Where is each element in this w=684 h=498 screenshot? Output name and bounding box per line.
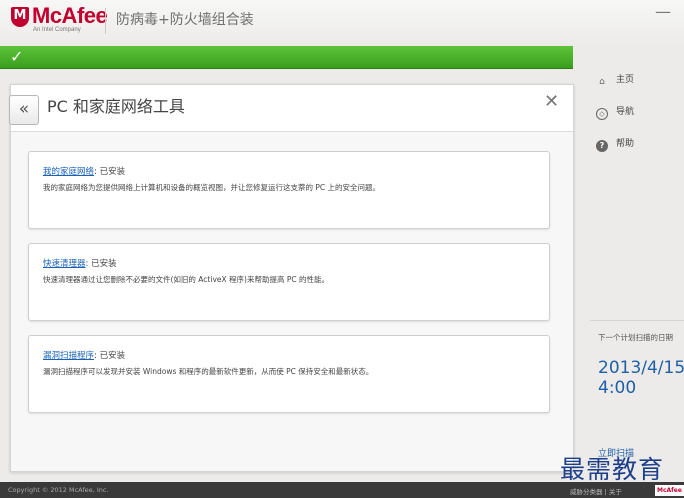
- close-button[interactable]: ✕: [544, 91, 559, 112]
- watermark-text: 最需教育: [560, 455, 665, 484]
- tool-link-vulnerability-scanner[interactable]: 漏洞扫描程序: [43, 351, 94, 361]
- install-status: : 已安装: [94, 351, 126, 361]
- nav-help[interactable]: ? 帮助: [596, 136, 634, 152]
- footer-links[interactable]: 威胁分类器 | 关于: [570, 486, 622, 496]
- mcafee-shield-icon: M: [11, 7, 29, 27]
- tool-link-quickclean[interactable]: 快速清理器: [43, 259, 86, 269]
- nav-help-label: 帮助: [616, 139, 635, 149]
- install-status: : 已安装: [85, 259, 117, 269]
- back-button[interactable]: «: [9, 95, 39, 125]
- nav-home[interactable]: ⌂ 主页: [596, 72, 634, 88]
- panel-title: PC 和家庭网络工具: [47, 97, 185, 116]
- tool-link-home-network[interactable]: 我的家庭网络: [43, 167, 94, 177]
- install-status: : 已安装: [94, 167, 126, 177]
- nav-home-label: 主页: [616, 75, 635, 85]
- tool-card-home-network: 我的家庭网络: 已安装 我的家庭网络为您提供网络上计算机和设备的概览视图，并让您…: [28, 151, 550, 229]
- tool-description: 我的家庭网络为您提供网络上计算机和设备的概览视图，并让您修复运行这支萘的 PC …: [43, 183, 381, 192]
- mcafee-badge: McAfee: [655, 485, 684, 496]
- copyright-text: Copyright © 2012 McAfee, Inc.: [8, 486, 109, 494]
- brand-subtitle: An Intel Company: [33, 27, 81, 33]
- brand-logo: McAfee: [32, 3, 108, 28]
- product-name: 防病毒+防火墙组合装: [116, 12, 254, 28]
- tools-panel: « PC 和家庭网络工具 ✕ 我的家庭网络: 已安装 我的家庭网络为您提供网络上…: [9, 84, 574, 472]
- tool-description: 快速清理器通过让您删除不必要的文件(如旧的 ActiveX 程序)来帮助提高 P…: [43, 275, 329, 284]
- card-title-line: 快速清理器: 已安装: [43, 257, 117, 269]
- nav-navigation-label: 导航: [616, 107, 635, 117]
- next-scan-date: 2013/4/15: [598, 358, 684, 378]
- card-title-line: 漏洞扫描程序: 已安装: [43, 349, 125, 361]
- tool-card-vulnerability-scanner: 漏洞扫描程序: 已安装 漏洞扫描程序可以发现并安装 Windows 和程序的最新…: [28, 335, 550, 413]
- home-icon: ⌂: [599, 77, 605, 87]
- title-bar: M McAfee An Intel Company 防病毒+防火墙组合装 —: [0, 0, 684, 46]
- nav-navigation[interactable]: ◇ 导航: [596, 104, 634, 120]
- tool-card-quickclean: 快速清理器: 已安装 快速清理器通过让您删除不必要的文件(如旧的 ActiveX…: [28, 243, 550, 321]
- help-icon: ?: [596, 140, 608, 152]
- next-scan-label: 下一个计划扫描的日期: [598, 333, 673, 342]
- next-scan-time: 4:00: [598, 378, 637, 398]
- status-bar: [0, 46, 573, 69]
- minimize-button[interactable]: —: [655, 2, 671, 21]
- panel-header: « PC 和家庭网络工具 ✕: [9, 85, 573, 132]
- card-title-line: 我的家庭网络: 已安装: [43, 165, 125, 177]
- title-separator: [105, 8, 106, 34]
- tool-description: 漏洞扫描程序可以发现并安装 Windows 和程序的最新软件更新，从而使 PC …: [43, 367, 374, 376]
- schedule-divider: [590, 320, 684, 321]
- checkmark-icon: ✓: [10, 47, 24, 66]
- compass-icon: ◇: [596, 108, 608, 120]
